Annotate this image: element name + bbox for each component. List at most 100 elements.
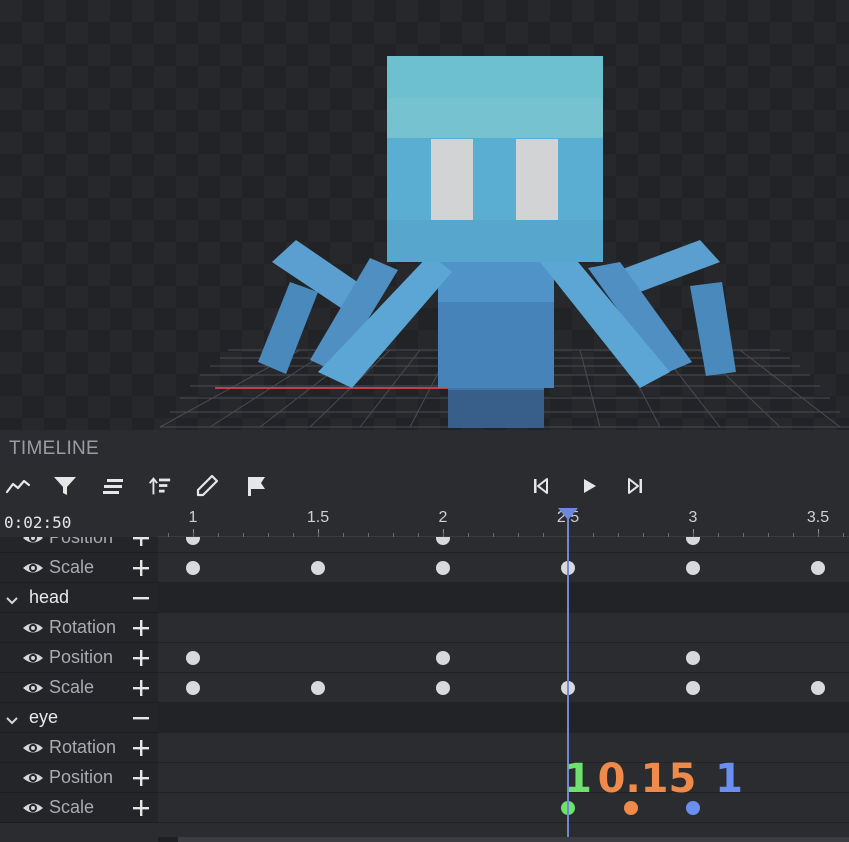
channel-row[interactable]: Position: [0, 537, 849, 553]
row-label[interactable]: Rotation: [0, 613, 158, 643]
keyframe-dot[interactable]: [311, 561, 325, 575]
chevron-down-icon[interactable]: [5, 592, 19, 605]
add-keyframe-plus-icon[interactable]: [131, 768, 151, 788]
eye-icon[interactable]: [22, 537, 44, 546]
add-keyframe-plus-icon[interactable]: [131, 558, 151, 578]
keyframe-dot[interactable]: [686, 561, 700, 575]
row-label[interactable]: Scale: [0, 553, 158, 583]
ruler-tick-label: 1.5: [306, 509, 330, 526]
keyframe-dot[interactable]: [686, 537, 700, 545]
channel-row[interactable]: Scale: [0, 673, 849, 703]
time-readout[interactable]: 0:02:50: [4, 513, 71, 532]
row-label[interactable]: Position: [0, 763, 158, 793]
timeline-panel: TIMELINE 0:02:50 1 1.5 2 3 3.5 Position …: [0, 430, 849, 842]
edit-icon[interactable]: [194, 473, 220, 499]
row-label[interactable]: head: [0, 583, 158, 613]
eye-icon[interactable]: [22, 800, 44, 816]
row-label[interactable]: Scale: [0, 793, 158, 823]
add-keyframe-plus-icon[interactable]: [131, 738, 151, 758]
keyframe-dot[interactable]: [686, 801, 700, 815]
keyframe-dot[interactable]: [811, 561, 825, 575]
row-label[interactable]: eye: [0, 703, 158, 733]
keyframe-dot[interactable]: [686, 681, 700, 695]
channel-name: Scale: [49, 557, 95, 577]
skip-forward-icon[interactable]: [622, 473, 648, 499]
app-root: TIMELINE 0:02:50 1 1.5 2 3 3.5 Position …: [0, 0, 849, 842]
play-icon[interactable]: [576, 473, 602, 499]
graph-editor-icon[interactable]: [5, 473, 31, 499]
eye-scale-value: 1: [564, 756, 592, 802]
3d-viewport[interactable]: [0, 0, 849, 430]
eye-icon[interactable]: [22, 680, 44, 696]
model-eye-left: [431, 139, 473, 220]
add-keyframe-plus-icon[interactable]: [131, 678, 151, 698]
keyframe-dot[interactable]: [186, 681, 200, 695]
keyframe-dot[interactable]: [186, 537, 200, 545]
keyframe-dot[interactable]: [436, 651, 450, 665]
sort-icon[interactable]: [146, 473, 172, 499]
bone-group-row[interactable]: head: [0, 583, 849, 613]
channel-row[interactable]: Scale: [0, 553, 849, 583]
skip-back-icon[interactable]: [528, 473, 554, 499]
eye-icon[interactable]: [22, 620, 44, 636]
keyframe-dot[interactable]: [436, 681, 450, 695]
keyframe-track[interactable]: [158, 703, 849, 733]
add-keyframe-plus-icon[interactable]: [131, 798, 151, 818]
bone-group-row[interactable]: eye: [0, 703, 849, 733]
keyframe-dot[interactable]: [186, 651, 200, 665]
playhead-marker[interactable]: [557, 507, 579, 521]
channel-name: Position: [49, 537, 114, 547]
ruler-tick-label: 3: [688, 509, 698, 526]
keyframe-track[interactable]: [158, 537, 849, 553]
keyframe-dot[interactable]: [311, 681, 325, 695]
keyframe-track[interactable]: [158, 793, 849, 823]
row-label[interactable]: Scale: [0, 673, 158, 703]
eye-icon[interactable]: [22, 650, 44, 666]
keyframe-dot[interactable]: [811, 681, 825, 695]
channel-name: Position: [49, 647, 114, 667]
time-ruler[interactable]: 11.522.533.5: [158, 506, 849, 537]
row-label[interactable]: Position: [0, 643, 158, 673]
keyframe-track[interactable]: [158, 673, 849, 703]
keyframe-dot[interactable]: [436, 561, 450, 575]
model-preview: [159, 56, 849, 428]
keyframe-track[interactable]: [158, 643, 849, 673]
keyframe-dot[interactable]: [186, 561, 200, 575]
row-label[interactable]: Rotation: [0, 733, 158, 763]
keyframe-track[interactable]: [158, 583, 849, 613]
keyframe-dot[interactable]: [436, 537, 450, 545]
scrollbar-thumb[interactable]: [178, 837, 849, 842]
eye-icon[interactable]: [22, 560, 44, 576]
channel-name: Rotation: [49, 737, 117, 757]
channel-name: Position: [49, 767, 114, 787]
align-icon[interactable]: [100, 473, 126, 499]
keyframe-track[interactable]: [158, 733, 849, 763]
keyframe-track[interactable]: [158, 553, 849, 583]
ruler-tick-label: 2: [438, 509, 448, 526]
horizontal-scrollbar[interactable]: [158, 837, 849, 842]
timeline-toolbar: [0, 470, 849, 502]
add-keyframe-plus-icon[interactable]: [131, 537, 151, 548]
eye-icon[interactable]: [22, 740, 44, 756]
ruler-tick-label: 3.5: [806, 509, 830, 526]
add-keyframe-plus-icon[interactable]: [131, 648, 151, 668]
keyframe-track[interactable]: [158, 613, 849, 643]
channel-row[interactable]: Rotation: [0, 613, 849, 643]
eye-scale-value: 1: [715, 756, 743, 802]
chevron-down-icon[interactable]: [5, 712, 19, 725]
keyframe-track[interactable]: [158, 763, 849, 793]
channel-row[interactable]: Position: [0, 643, 849, 673]
eye-scale-value: 0.15: [597, 756, 697, 802]
filter-icon[interactable]: [52, 473, 78, 499]
eye-icon[interactable]: [22, 770, 44, 786]
bone-name: eye: [29, 707, 59, 727]
add-keyframe-plus-icon[interactable]: [131, 618, 151, 638]
flag-icon[interactable]: [243, 473, 269, 499]
collapse-minus-icon[interactable]: [131, 708, 151, 728]
keyframe-dot[interactable]: [623, 801, 638, 815]
collapse-minus-icon[interactable]: [131, 588, 151, 608]
row-label[interactable]: Position: [0, 537, 158, 553]
model-eye-right: [516, 139, 558, 220]
channel-name: Scale: [49, 797, 95, 817]
keyframe-dot[interactable]: [686, 651, 700, 665]
